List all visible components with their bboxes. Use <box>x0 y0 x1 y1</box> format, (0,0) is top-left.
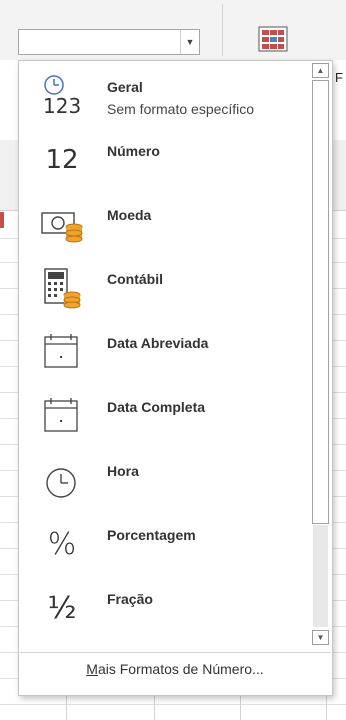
format-item-short-date[interactable]: Data Abreviada <box>21 319 311 383</box>
format-title: Geral <box>107 79 143 95</box>
scroll-up-button[interactable]: ▲ <box>312 63 329 78</box>
currency-icon <box>39 201 85 247</box>
clock-123-icon: 123 <box>39 73 85 119</box>
format-title: Contábil <box>107 271 163 287</box>
format-item-currency[interactable]: Moeda <box>21 191 311 255</box>
format-item-accounting[interactable]: Contábil <box>21 255 311 319</box>
format-title: Número <box>107 143 160 159</box>
format-title: Moeda <box>107 207 152 223</box>
format-item-fraction[interactable]: ½ Fração <box>21 575 311 639</box>
format-title: Hora <box>107 463 139 479</box>
number-12-icon: 12 <box>39 137 85 183</box>
calendar-icon <box>39 329 85 375</box>
menu-divider <box>20 652 331 653</box>
percent-icon: % <box>39 521 85 567</box>
format-item-percentage[interactable]: % Porcentagem <box>21 511 311 575</box>
fraction-icon: ½ <box>39 585 85 631</box>
format-list: 123 Geral Sem formato específico 12 Núme… <box>19 61 311 651</box>
format-glyph-fraction: ½ <box>47 590 77 626</box>
format-item-long-date[interactable]: Data Completa <box>21 383 311 447</box>
cell-marker <box>0 212 4 228</box>
format-title: Fração <box>107 591 153 607</box>
ribbon-divider <box>222 4 223 56</box>
more-number-formats-link[interactable]: Mais Formatos de Número... <box>19 661 331 677</box>
number-format-combobox[interactable]: ▼ <box>18 29 200 55</box>
scroll-track-lower[interactable] <box>313 525 328 627</box>
format-item-number[interactable]: 12 Número <box>21 127 311 191</box>
format-title: Porcentagem <box>107 527 196 543</box>
format-item-general[interactable]: 123 Geral Sem formato específico <box>21 63 311 127</box>
format-glyph-number: 12 <box>45 145 79 175</box>
scroll-thumb[interactable] <box>312 80 329 524</box>
more-formats-label: ais Formatos de Número... <box>97 661 264 677</box>
format-glyph-percentage: % <box>47 526 77 562</box>
format-item-time[interactable]: Hora <box>21 447 311 511</box>
conditional-formatting-icon[interactable] <box>258 26 288 57</box>
format-glyph-general: 123 <box>43 94 81 118</box>
number-format-dropdown: 123 Geral Sem formato específico 12 Núme… <box>18 60 333 696</box>
calendar-icon <box>39 393 85 439</box>
format-title: Data Completa <box>107 399 206 415</box>
chevron-down-icon[interactable]: ▼ <box>180 30 199 54</box>
calculator-icon <box>39 265 85 311</box>
clock-icon <box>39 457 85 503</box>
ribbon-partial-label: F <box>335 70 343 85</box>
format-title: Data Abreviada <box>107 335 209 351</box>
scroll-down-button[interactable]: ▼ <box>312 630 329 645</box>
more-formats-accelerator: M <box>86 661 98 677</box>
format-subtitle: Sem formato específico <box>107 101 255 117</box>
scrollbar[interactable]: ▲ ▼ <box>311 63 331 647</box>
gridline <box>0 704 346 705</box>
